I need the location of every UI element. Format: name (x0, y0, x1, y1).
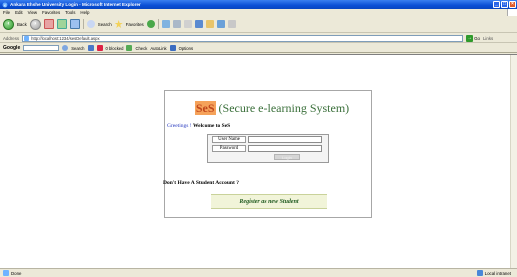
home-icon[interactable] (69, 19, 80, 29)
vertical-scrollbar[interactable] (510, 55, 517, 268)
page-done-icon (3, 270, 9, 276)
page-title: SeS (Secure e-learning System) (185, 101, 359, 116)
refresh-icon[interactable] (56, 19, 67, 29)
popup-blocker-icon (96, 45, 103, 51)
google-logo[interactable]: Google (3, 45, 20, 51)
welcome-line: Greetings ! Welcome to SeS (167, 123, 230, 129)
password-label: Password (212, 145, 246, 152)
zone-text: Local intranet (484, 270, 511, 276)
menu-bar: File Edit View Favorites Tools Help (0, 9, 517, 16)
password-row: Password (208, 144, 328, 153)
address-input[interactable]: http://localhost:1234/sesDefault.aspx (22, 34, 464, 42)
check-button[interactable]: Check (135, 46, 147, 51)
account-question: Don't Have A Student Account ? (163, 180, 239, 186)
svg-text:e: e (4, 2, 6, 7)
messenger-icon[interactable] (216, 20, 225, 28)
password-input[interactable] (248, 145, 322, 152)
greeting-text: Greetings ! (167, 123, 192, 129)
search-icon[interactable] (86, 20, 95, 28)
edit-icon[interactable] (194, 20, 203, 28)
go-label: Go (474, 35, 480, 41)
mail-icon[interactable] (172, 20, 181, 28)
options-button[interactable]: Options (179, 46, 193, 51)
internet-explorer-icon: e (2, 2, 8, 7)
back-arrow-icon[interactable]: ‹ (3, 18, 14, 30)
go-arrow-icon: → (466, 34, 474, 42)
username-row: User Name (208, 135, 328, 144)
minimize-button[interactable]: _ (493, 1, 500, 8)
status-bar: Done Local intranet (0, 268, 517, 277)
login-button[interactable]: Login (274, 154, 300, 160)
brand-logo: SeS (194, 101, 216, 115)
maximize-button[interactable]: □ (501, 1, 508, 8)
google-search-icon (62, 45, 69, 51)
menu-tools[interactable]: Tools (65, 10, 75, 15)
blocked-count[interactable]: 0 blocked (106, 46, 124, 51)
menu-edit[interactable]: Edit (15, 10, 23, 15)
menu-file[interactable]: File (3, 10, 10, 15)
google-toolbar: Google Search 0 blocked Check AutoLink O… (0, 44, 517, 53)
register-link[interactable]: Register as new Student (211, 194, 327, 209)
history-icon[interactable] (161, 20, 170, 28)
media-icon[interactable] (146, 20, 155, 28)
standard-toolbar: ‹ Back › Search Favorites (0, 16, 517, 33)
close-button[interactable]: × (509, 1, 516, 8)
window-controls: _ □ × (493, 1, 516, 8)
stop-icon[interactable] (43, 19, 54, 29)
status-left: Done (0, 270, 22, 276)
toolbar-separator (82, 19, 84, 29)
favorites-button-label[interactable]: Favorites (126, 22, 144, 27)
address-bar: Address http://localhost:1234/sesDefault… (0, 34, 517, 43)
back-button-label[interactable]: Back (17, 22, 27, 27)
address-label: Address (3, 35, 20, 41)
window-title: Ankara Ehshe University Login - Microsof… (10, 2, 141, 7)
menu-favorites[interactable]: Favorites (42, 10, 60, 15)
login-panel: SeS (Secure e-learning System) Greetings… (163, 90, 372, 218)
page-viewport: SeS (Secure e-learning System) Greetings… (0, 54, 517, 268)
toolbar-separator (157, 19, 159, 29)
links-label[interactable]: Links (483, 36, 493, 41)
google-search-input[interactable] (23, 45, 60, 51)
print-icon[interactable] (183, 20, 192, 28)
research-icon[interactable] (227, 20, 236, 28)
username-label: User Name (212, 136, 246, 143)
login-form: User Name Password Login (207, 134, 329, 163)
status-zone: Local intranet (476, 270, 511, 276)
welcome-text: Welcome to SeS (192, 123, 231, 129)
go-button[interactable]: → Go (466, 34, 480, 42)
spellcheck-icon (126, 45, 133, 51)
title-bar: e Ankara Ehshe University Login - Micros… (0, 0, 517, 9)
login-button-row: Login (208, 153, 328, 162)
options-icon (169, 45, 176, 51)
google-search-button[interactable]: Search (71, 46, 84, 51)
status-text: Done (11, 270, 22, 276)
windows-logo-icon (507, 9, 517, 16)
favorites-star-icon[interactable] (114, 20, 123, 28)
menu-view[interactable]: View (28, 10, 37, 15)
forward-arrow-icon[interactable]: › (29, 18, 41, 30)
folder-icon[interactable] (205, 20, 214, 28)
page-rank-icon (87, 45, 94, 51)
username-input[interactable] (248, 136, 322, 143)
search-button-label[interactable]: Search (98, 22, 112, 27)
page-icon (24, 35, 30, 41)
intranet-icon (476, 270, 483, 276)
menu-help[interactable]: Help (80, 10, 89, 15)
autolink-button[interactable]: AutoLink (150, 46, 166, 51)
title-text: (Secure e-learning System) (218, 101, 350, 115)
address-url: http://localhost:1234/sesDefault.aspx (31, 35, 100, 41)
